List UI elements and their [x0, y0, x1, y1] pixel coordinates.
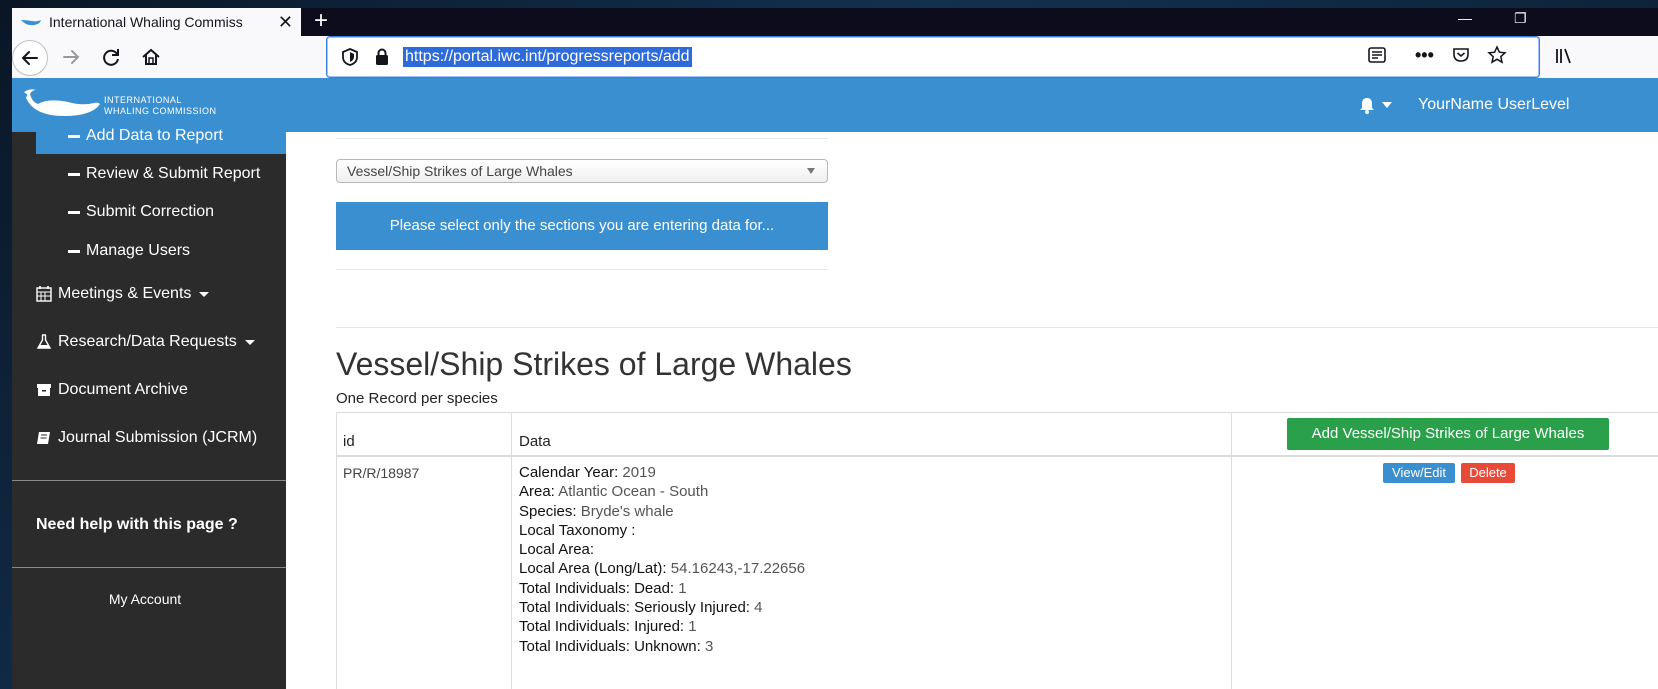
sidebar-item-label: Submit Correction [86, 203, 215, 220]
data-field: Area: Atlantic Ocean - South [519, 483, 709, 501]
back-button[interactable] [12, 40, 48, 76]
reload-button[interactable] [96, 42, 126, 72]
site-header: INTERNATIONAL WHALING COMMISSION YourNam… [12, 78, 1658, 132]
minimize-button[interactable]: — [1458, 10, 1472, 26]
sidebar-item-label: Research/Data Requests [58, 333, 237, 350]
tab-close-icon[interactable]: ✕ [278, 12, 293, 32]
sidebar-item-label: Document Archive [58, 381, 188, 398]
dash-icon [68, 210, 80, 214]
logo-line-1: INTERNATIONAL [104, 95, 182, 105]
data-field: Total Individuals: Unknown: 3 [519, 637, 714, 655]
home-icon [142, 48, 160, 65]
address-bar[interactable]: https://portal.iwc.int/progressreports/a… [326, 36, 1540, 78]
flask-icon [36, 334, 52, 349]
add-record-button[interactable]: Add Vessel/Ship Strikes of Large Whales [1287, 418, 1609, 450]
sidebar-divider [12, 480, 286, 481]
notification-bell-icon[interactable] [1358, 96, 1376, 114]
forward-button[interactable] [56, 42, 86, 72]
notification-dropdown-caret-icon[interactable] [1382, 102, 1392, 108]
column-header-id: id [343, 433, 355, 450]
section-select[interactable]: Vessel/Ship Strikes of Large Whales [336, 159, 828, 183]
sidebar-item-journal-submission[interactable]: Journal Submission (JCRM) [36, 429, 257, 447]
navigation-toolbar: https://portal.iwc.int/progressreports/a… [12, 36, 1658, 79]
page-actions-icon[interactable]: ••• [1415, 45, 1434, 66]
sidebar-divider [12, 567, 286, 568]
book-icon [37, 432, 50, 444]
logo-text: INTERNATIONAL WHALING COMMISSION [104, 95, 217, 117]
main-content: Vessel/Ship Strikes of Large Whales Plea… [286, 132, 1658, 689]
data-field: Local Area (Long/Lat): 54.16243,-17.2265… [519, 560, 806, 578]
section-select-value: Vessel/Ship Strikes of Large Whales [347, 163, 573, 179]
section-subtitle: One Record per species [336, 390, 498, 407]
reload-icon [103, 49, 119, 66]
help-text: Need help with this page [36, 516, 224, 533]
my-account-link[interactable]: My Account [12, 591, 278, 607]
delete-button[interactable]: Delete [1461, 463, 1515, 483]
info-message: Please select only the sections you are … [336, 202, 828, 250]
sidebar-item-label: Review & Submit Report [86, 165, 261, 182]
browser-tab[interactable]: International Whaling Commiss ✕ [12, 8, 301, 36]
data-field: Local Taxonomy : [519, 521, 636, 539]
sidebar-item-submit-correction[interactable]: Submit Correction [68, 203, 214, 221]
url-text[interactable]: https://portal.iwc.int/progressreports/a… [403, 47, 692, 67]
column-header-data: Data [519, 433, 551, 450]
data-field: Total Individuals: Seriously Injured: 4 [519, 599, 763, 617]
record-data: Calendar Year: 2019 Area: Atlantic Ocean… [519, 463, 805, 656]
tab-strip: International Whaling Commiss ✕ + — ❐ [12, 8, 1658, 36]
chevron-down-icon [199, 291, 210, 297]
dash-icon [68, 134, 80, 138]
lock-icon[interactable] [373, 47, 391, 67]
chevron-down-icon [244, 339, 255, 345]
iwc-whale-logo-icon[interactable] [24, 86, 102, 122]
reader-view-icon[interactable] [1367, 45, 1387, 70]
whale-favicon-icon [21, 20, 41, 26]
select-arrow-icon [807, 168, 815, 174]
view-edit-button[interactable]: View/Edit [1383, 463, 1455, 483]
divider [336, 138, 828, 139]
data-field: Calendar Year: 2019 [519, 464, 656, 481]
browser-window: International Whaling Commiss ✕ + — ❐ ht… [12, 8, 1658, 689]
dash-icon [68, 249, 80, 253]
header-divider [337, 455, 1658, 457]
restore-button[interactable]: ❐ [1514, 10, 1527, 27]
sidebar-item-meetings-events[interactable]: Meetings & Events [36, 285, 210, 303]
section-title: Vessel/Ship Strikes of Large Whales [336, 346, 852, 382]
data-field: Total Individuals: Injured: 1 [519, 618, 697, 636]
sidebar-item-review-submit[interactable]: Review & Submit Report [68, 165, 260, 183]
help-link[interactable]: Need help with this page ? [36, 516, 238, 534]
sidebar-item-research-requests[interactable]: Research/Data Requests [36, 333, 255, 351]
calendar-icon [36, 286, 52, 302]
dash-icon [68, 172, 80, 176]
archive-icon [37, 384, 51, 396]
sidebar-item-label: Manage Users [86, 242, 191, 259]
forward-arrow-icon [63, 50, 80, 64]
tracking-shield-icon[interactable] [341, 47, 359, 67]
data-field: Species: Bryde's whale [519, 502, 674, 520]
back-arrow-icon [21, 51, 38, 65]
home-button[interactable] [136, 42, 166, 72]
logo-line-2: WHALING COMMISSION [104, 106, 217, 116]
sidebar-item-document-archive[interactable]: Document Archive [36, 381, 188, 399]
tab-title: International Whaling Commiss [49, 14, 243, 30]
records-table: id Data Add Vessel/Ship Strikes of Large… [336, 412, 1658, 689]
library-icon[interactable] [1554, 46, 1576, 71]
data-field: Total Individuals: Dead: 1 [519, 579, 687, 597]
user-menu[interactable]: YourName UserLevel [1418, 96, 1569, 114]
sidebar-item-manage-users[interactable]: Manage Users [68, 242, 190, 260]
sidebar-item-label: Journal Submission (JCRM) [58, 429, 258, 446]
data-field: Local Area: [519, 541, 595, 559]
record-id: PR/R/18987 [343, 465, 420, 481]
question-mark-icon: ? [228, 516, 238, 533]
divider [336, 269, 828, 270]
sidebar-item-label: Add Data to Report [86, 127, 223, 144]
bookmark-star-icon[interactable] [1487, 45, 1507, 70]
new-tab-button[interactable]: + [314, 8, 328, 36]
sidebar-item-label: Meetings & Events [58, 285, 192, 302]
divider [336, 327, 1658, 328]
pocket-icon[interactable] [1451, 45, 1471, 70]
sidebar-item-add-data[interactable]: Add Data to Report [68, 127, 223, 145]
sidebar: Add Data to Report Review & Submit Repor… [12, 127, 286, 689]
